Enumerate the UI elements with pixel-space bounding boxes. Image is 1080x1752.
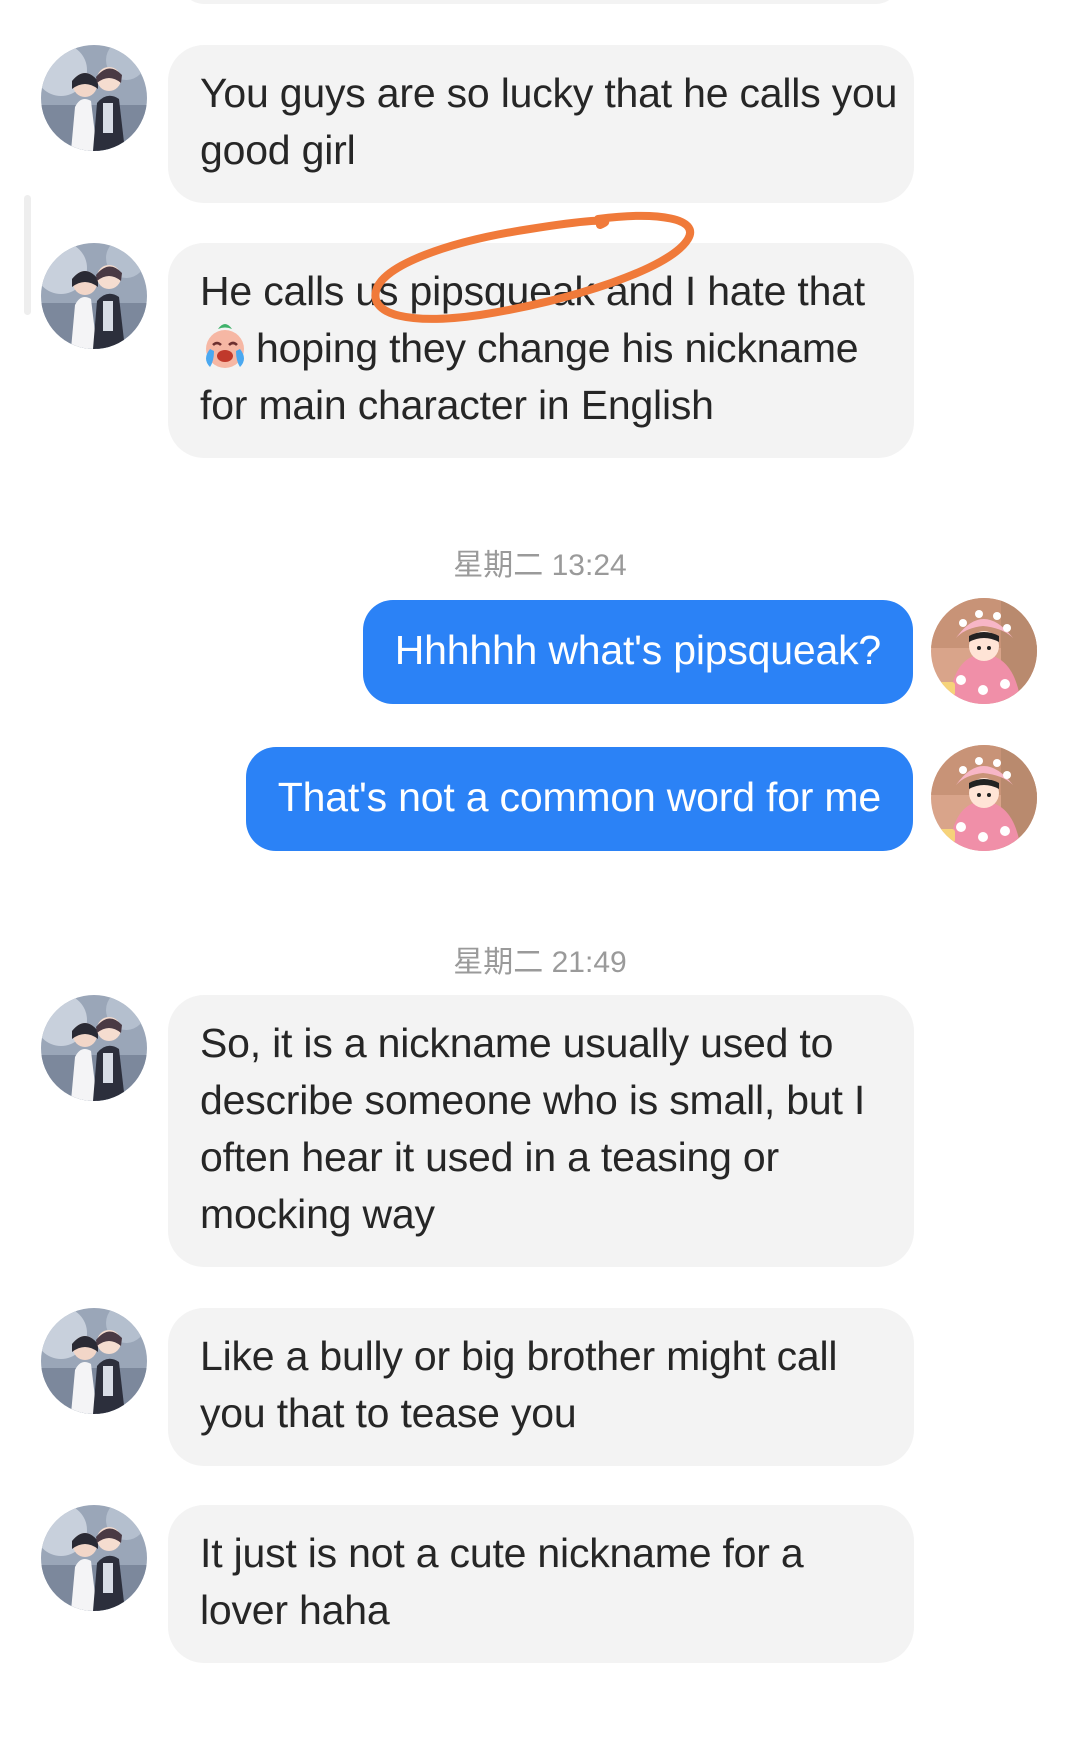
- timestamp: 星期二 21:49: [453, 946, 627, 979]
- crying-face-emoji-icon: [206, 324, 244, 368]
- message-text-line: you that to tease you: [200, 1390, 577, 1436]
- incoming-message-bubble[interactable]: He calls us pipsqueak and I hate that ho…: [168, 243, 914, 458]
- message-text-line: hoping they change his nickname: [256, 325, 859, 371]
- contact-avatar[interactable]: [41, 45, 147, 151]
- self-avatar-icon: [931, 598, 1037, 704]
- timestamp: 星期二 13:24: [453, 549, 627, 582]
- incoming-message-bubble[interactable]: So, it is a nickname usually used to des…: [168, 995, 914, 1267]
- self-avatar[interactable]: [931, 745, 1037, 851]
- incoming-message-bubble[interactable]: Like a bully or big brother might call y…: [168, 1308, 914, 1466]
- message-text: That's not a common word for me: [277, 774, 881, 820]
- contact-avatar[interactable]: [41, 995, 147, 1101]
- contact-avatar-icon: [41, 243, 147, 349]
- message-text-line: describe someone who is small, but I: [200, 1077, 866, 1123]
- message-text-line: You guys are so lucky that he calls you: [200, 70, 898, 116]
- message-text-line: It just is not a cute nickname for a: [200, 1530, 804, 1576]
- contact-avatar-icon: [41, 1505, 147, 1611]
- contact-avatar-icon: [41, 45, 147, 151]
- message-text-line: mocking way: [200, 1191, 435, 1237]
- message-text-line: Like a bully or big brother might call: [200, 1333, 838, 1379]
- message-text-line: So, it is a nickname usually used to: [200, 1020, 834, 1066]
- incoming-message-bubble[interactable]: It just is not a cute nickname for a lov…: [168, 1505, 914, 1663]
- message-text-line: good girl: [200, 127, 356, 173]
- contact-avatar[interactable]: [41, 1505, 147, 1611]
- previous-message-bubble-edge: [180, 0, 900, 4]
- contact-avatar-icon: [41, 995, 147, 1101]
- contact-avatar-icon: [41, 1308, 147, 1414]
- incoming-message-bubble[interactable]: You guys are so lucky that he calls you …: [168, 45, 914, 203]
- message-text-line: often hear it used in a teasing or: [200, 1134, 779, 1180]
- scroll-indicator[interactable]: [24, 195, 31, 315]
- self-avatar-icon: [931, 745, 1037, 851]
- self-avatar[interactable]: [931, 598, 1037, 704]
- contact-avatar[interactable]: [41, 1308, 147, 1414]
- outgoing-message-bubble[interactable]: Hhhhhh what's pipsqueak?: [362, 600, 913, 704]
- message-text-line: He calls us pipsqueak and I hate that: [200, 268, 865, 314]
- message-text-line: lover haha: [200, 1587, 390, 1633]
- contact-avatar[interactable]: [41, 243, 147, 349]
- message-text: Hhhhhh what's pipsqueak?: [394, 627, 881, 673]
- outgoing-message-bubble[interactable]: That's not a common word for me: [245, 747, 913, 851]
- message-text-line: for main character in English: [200, 382, 714, 428]
